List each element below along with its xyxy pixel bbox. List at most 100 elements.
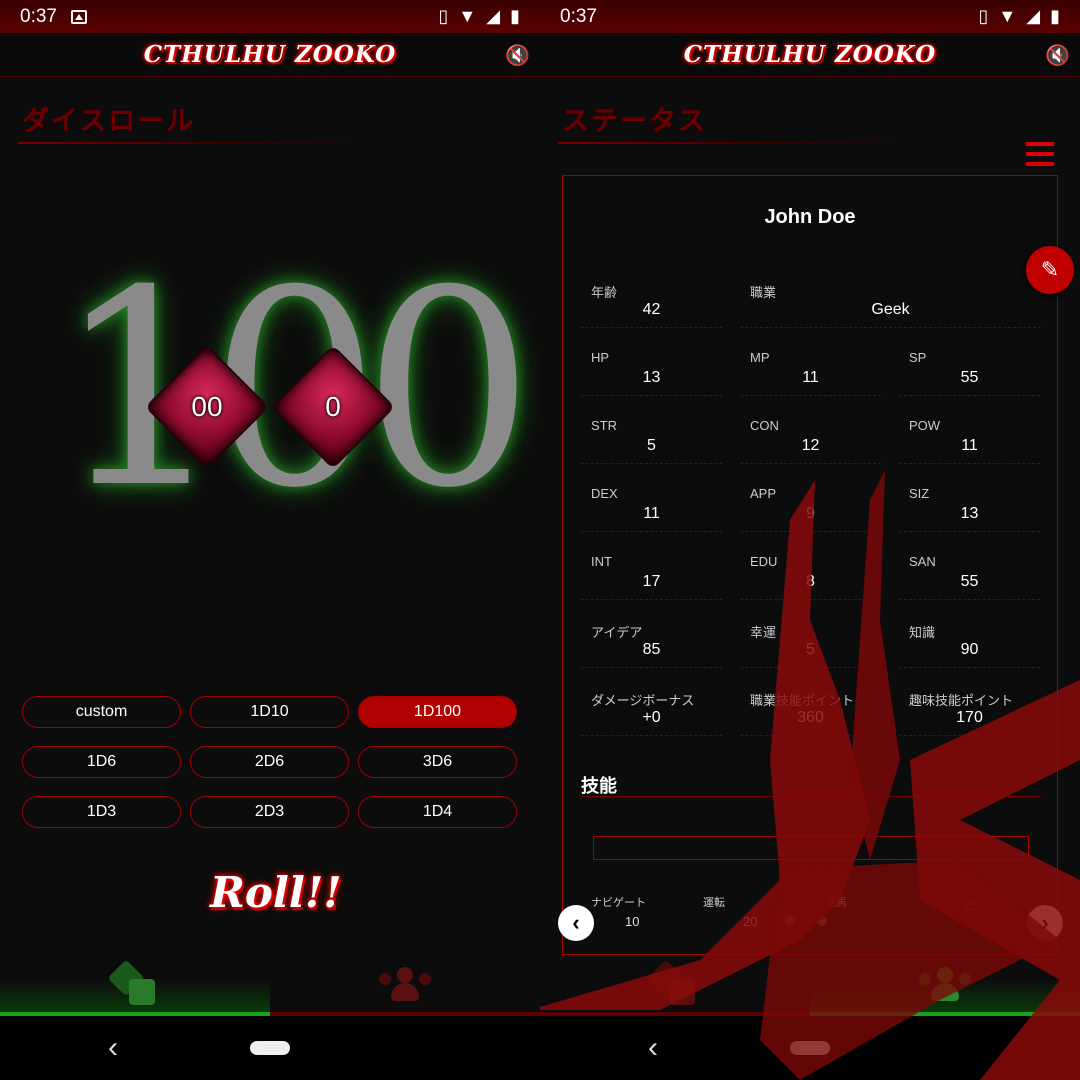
stats-grid: 年齢 42 職業 Geek HP 13 MP 11 SP 55 STR 5 CON 12 PO… bbox=[581, 274, 1041, 750]
dice-button-1d100[interactable]: 1D100 bbox=[358, 696, 517, 728]
signal-icon: ◢ bbox=[486, 6, 501, 26]
field-app[interactable]: APP 9 bbox=[740, 478, 881, 532]
field-label: アイデア bbox=[591, 625, 643, 640]
dice-button-3d6[interactable]: 3D6 bbox=[358, 746, 517, 778]
people-icon bbox=[379, 967, 431, 1003]
d10-tens-die: 00 bbox=[144, 344, 270, 470]
skill-name: 乗馬 bbox=[825, 897, 847, 909]
field-job[interactable]: 職業 Geek bbox=[740, 274, 1041, 328]
tab-characters[interactable] bbox=[270, 958, 540, 1016]
field-mp[interactable]: MP 11 bbox=[740, 342, 881, 396]
field-idea[interactable]: アイデア 85 bbox=[581, 614, 722, 668]
list-icon[interactable] bbox=[1026, 142, 1054, 166]
roll-button[interactable]: Roll!! bbox=[210, 868, 342, 917]
d10-ones-die: 0 bbox=[270, 344, 396, 470]
bottom-nav bbox=[0, 958, 540, 1016]
dice-button-2d3[interactable]: 2D3 bbox=[190, 796, 349, 828]
app-bar: CTHULHU ZOOKO 🔇 bbox=[0, 33, 540, 77]
status-screen: 0:37 ▯ ▼ ◢ ▮ CTHULHU ZOOKO 🔇 ステータス John … bbox=[540, 0, 1080, 1080]
skills-heading: 技能 bbox=[581, 776, 617, 796]
status-bar: 0:37 ▯ ▼ ◢ ▮ bbox=[0, 0, 540, 33]
skill-value: 25 bbox=[963, 898, 978, 913]
skill-item: 乗馬 bbox=[825, 894, 847, 914]
field-value: 12 bbox=[801, 437, 820, 454]
mute-icon[interactable]: 🔇 bbox=[505, 43, 530, 68]
prev-arrow-icon[interactable]: ‹ bbox=[558, 905, 594, 941]
edit-button[interactable]: ✎ bbox=[1026, 246, 1074, 294]
field-int[interactable]: INT 17 bbox=[581, 546, 722, 600]
dice-button-2d6[interactable]: 2D6 bbox=[190, 746, 349, 778]
field-value: Geek bbox=[871, 301, 910, 318]
field-age[interactable]: 年齢 42 bbox=[581, 274, 722, 328]
dice-button-1d4[interactable]: 1D4 bbox=[358, 796, 517, 828]
field-sp[interactable]: SP 55 bbox=[899, 342, 1040, 396]
title-underline bbox=[558, 142, 918, 144]
field-value: 13 bbox=[642, 369, 661, 386]
field-label: SAN bbox=[909, 554, 936, 569]
field-label: DEX bbox=[591, 486, 618, 501]
page-indicator bbox=[785, 916, 827, 926]
field-value: 9 bbox=[806, 505, 815, 522]
character-name: John Doe bbox=[764, 206, 856, 228]
tab-dice[interactable] bbox=[0, 958, 270, 1016]
title-underline bbox=[18, 142, 378, 144]
dice-button-1d6[interactable]: 1D6 bbox=[22, 746, 181, 778]
field-label: 幸運 bbox=[750, 625, 777, 640]
field-str[interactable]: STR 5 bbox=[581, 410, 722, 464]
field-label: STR bbox=[591, 418, 617, 433]
die-face: 0 bbox=[325, 391, 341, 422]
field-knowledge[interactable]: 知識 90 bbox=[899, 614, 1040, 668]
home-icon[interactable] bbox=[790, 1041, 830, 1055]
bottom-nav bbox=[540, 958, 1080, 1016]
field-edu[interactable]: EDU 8 bbox=[740, 546, 881, 600]
field-luck[interactable]: 幸運 5 bbox=[740, 614, 881, 668]
dice-button-custom[interactable]: custom bbox=[22, 696, 181, 728]
field-damage-bonus[interactable]: ダメージボーナス +0 bbox=[581, 682, 722, 736]
home-icon[interactable] bbox=[250, 1041, 290, 1055]
field-value: 8 bbox=[806, 573, 815, 590]
skill-name: ナビゲート bbox=[591, 897, 646, 909]
back-icon[interactable]: ‹ bbox=[648, 1031, 658, 1065]
skill-value: 10 bbox=[625, 914, 640, 929]
back-icon[interactable]: ‹ bbox=[108, 1031, 118, 1065]
field-san[interactable]: SAN 55 bbox=[899, 546, 1040, 600]
tab-characters[interactable] bbox=[810, 958, 1080, 1016]
skills-divider bbox=[581, 796, 1041, 797]
field-dex[interactable]: DEX 11 bbox=[581, 478, 722, 532]
field-hobby-skill-points[interactable]: 趣味技能ポイント 170 bbox=[899, 682, 1040, 736]
status-time: 0:37 bbox=[20, 5, 57, 27]
field-value: 85 bbox=[642, 641, 661, 658]
field-value: 5 bbox=[647, 437, 656, 454]
signal-icon: ◢ bbox=[1026, 6, 1041, 26]
field-hp[interactable]: HP 13 bbox=[581, 342, 722, 396]
system-nav-bar: ‹ bbox=[0, 1016, 540, 1080]
field-value: 42 bbox=[642, 301, 661, 318]
dice-type-grid: custom 1D10 1D100 1D6 2D6 3D6 1D3 2D3 1D… bbox=[22, 696, 518, 828]
image-icon bbox=[70, 9, 87, 24]
dice-icon bbox=[107, 959, 157, 1005]
skill-add-bar[interactable] bbox=[593, 836, 1029, 860]
field-label: EDU bbox=[750, 554, 778, 569]
field-con[interactable]: CON 12 bbox=[740, 410, 881, 464]
field-value: 55 bbox=[960, 369, 979, 386]
mute-icon[interactable]: 🔇 bbox=[1045, 43, 1070, 68]
next-arrow-icon[interactable]: › bbox=[1027, 905, 1063, 941]
vibrate-icon: ▯ bbox=[978, 6, 989, 26]
field-pow[interactable]: POW 11 bbox=[899, 410, 1040, 464]
field-siz[interactable]: SIZ 13 bbox=[899, 478, 1040, 532]
dice-button-1d10[interactable]: 1D10 bbox=[190, 696, 349, 728]
field-label: HP bbox=[591, 350, 610, 365]
field-value: 90 bbox=[960, 641, 979, 658]
field-label: POW bbox=[909, 418, 941, 433]
dice-roll-screen: 0:37 ▯ ▼ ◢ ▮ CTHULHU ZOOKO 🔇 ダイスロール 100 … bbox=[0, 0, 540, 1080]
status-time: 0:37 bbox=[560, 5, 597, 27]
dice-icon bbox=[647, 959, 697, 1005]
battery-icon: ▮ bbox=[510, 6, 520, 26]
field-job-skill-points[interactable]: 職業技能ポイント 360 bbox=[740, 682, 881, 736]
field-label: 知識 bbox=[909, 625, 936, 640]
tab-dice[interactable] bbox=[540, 958, 810, 1016]
field-value: 11 bbox=[802, 369, 819, 386]
field-label: 趣味技能ポイント bbox=[909, 693, 1014, 708]
skill-item: ナビゲート 10 bbox=[591, 894, 646, 929]
dice-button-1d3[interactable]: 1D3 bbox=[22, 796, 181, 828]
